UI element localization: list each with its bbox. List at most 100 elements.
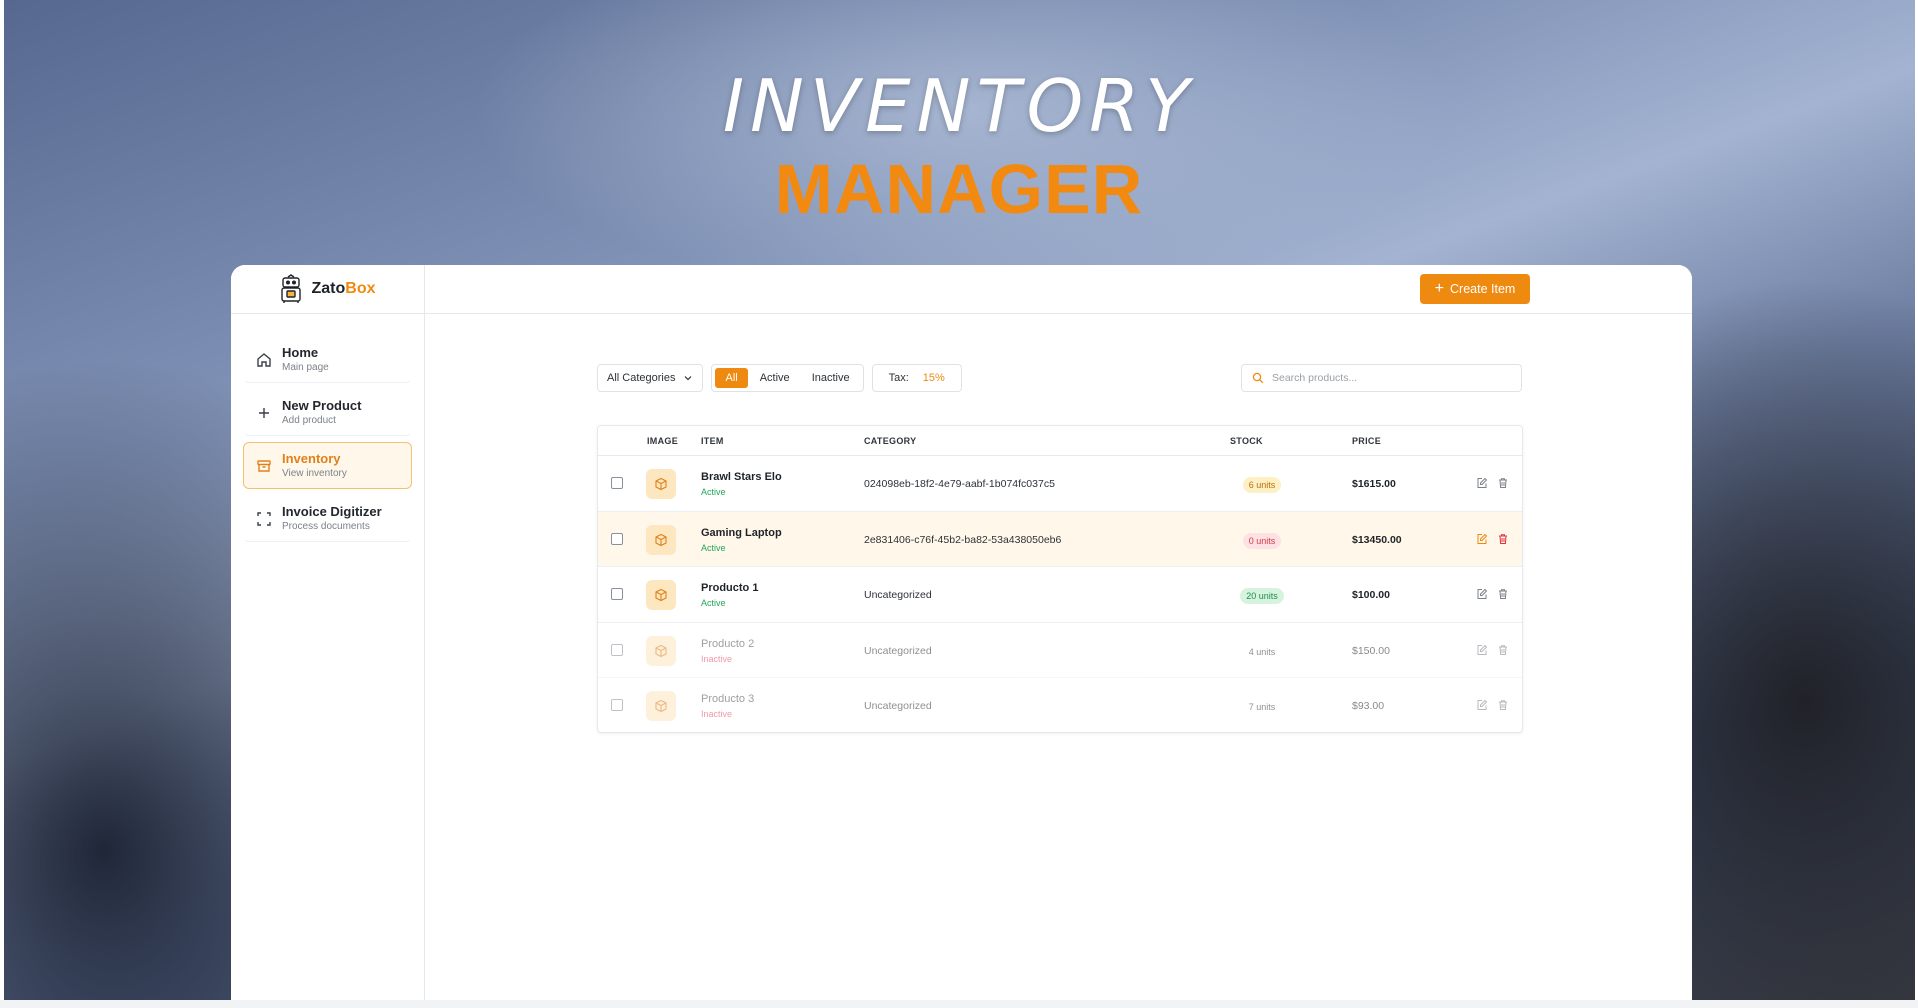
row-checkbox[interactable]: [611, 643, 623, 656]
column-header-item: ITEM: [701, 436, 724, 446]
archive-icon: [257, 459, 271, 472]
sidebar-nav: Home Main page New Product Add product I…: [231, 314, 424, 542]
brand-name-part2: Box: [345, 280, 376, 297]
item-status: Active: [701, 487, 726, 497]
stock-badge: 7 units: [1248, 702, 1276, 712]
create-item-button[interactable]: + Create Item: [1420, 274, 1530, 304]
sidebar-item-subtitle: Add product: [282, 415, 336, 426]
brand[interactable]: ZatoBox: [231, 265, 424, 314]
tax-control[interactable]: Tax: 15%: [871, 364, 962, 392]
brand-name: ZatoBox: [311, 280, 375, 298]
item-name: Producto 2: [701, 637, 755, 650]
item-category: 2e831406-c76f-45b2-ba82-53a438050eb6: [864, 533, 1062, 546]
row-checkbox[interactable]: [611, 588, 623, 600]
status-filter-all[interactable]: All: [715, 368, 748, 388]
hero-line-manager: MANAGER: [774, 150, 1144, 228]
product-thumbnail: [646, 469, 676, 499]
table-row[interactable]: Gaming Laptop Active 2e831406-c76f-45b2-…: [598, 511, 1522, 567]
trash-icon[interactable]: [1497, 644, 1509, 656]
item-price: $13450.00: [1352, 533, 1402, 546]
item-name: Producto 3: [701, 693, 755, 705]
item-price: $1615.00: [1352, 478, 1396, 490]
sidebar-item-title: New Product: [282, 398, 362, 413]
table-row[interactable]: Producto 3 Inactive Uncategorized 7 unit…: [598, 678, 1522, 732]
product-thumbnail: [646, 635, 676, 666]
product-thumbnail: [646, 524, 676, 555]
column-header-stock[interactable]: STOCK: [1230, 436, 1263, 446]
products-table: IMAGE ITEM CATEGORY STOCK PRICE Brawl St…: [597, 425, 1523, 733]
table-header: IMAGE ITEM CATEGORY STOCK PRICE: [598, 426, 1522, 456]
item-price: $93.00: [1352, 700, 1385, 712]
trash-icon[interactable]: [1497, 477, 1509, 489]
create-item-label: Create Item: [1450, 282, 1516, 296]
edit-icon[interactable]: [1476, 588, 1488, 600]
sidebar-item-new-product[interactable]: New Product Add product: [243, 389, 412, 436]
status-filter-active[interactable]: Active: [750, 368, 800, 388]
robot-logo-icon: [281, 274, 302, 303]
filter-bar: All Categories All Active Inactive Tax: …: [597, 364, 962, 392]
tax-value: 15%: [922, 372, 945, 384]
column-header-category: CATEGORY: [864, 436, 917, 446]
home-icon: [257, 352, 271, 367]
row-checkbox[interactable]: [611, 532, 623, 545]
table-row[interactable]: Producto 2 Inactive Uncategorized 4 unit…: [598, 623, 1522, 678]
package-icon: [655, 477, 667, 491]
sidebar-item-title: Home: [282, 345, 319, 360]
item-price: $100.00: [1352, 589, 1390, 601]
column-header-image: IMAGE: [647, 436, 679, 446]
stock-badge: 4 units: [1248, 646, 1276, 657]
trash-icon[interactable]: [1497, 533, 1509, 545]
item-status: Inactive: [701, 709, 733, 719]
package-icon: [655, 699, 667, 713]
item-status: Active: [701, 542, 726, 553]
product-thumbnail: [646, 580, 676, 610]
status-filter: All Active Inactive: [711, 364, 864, 392]
search-box[interactable]: [1241, 364, 1522, 392]
status-filter-inactive[interactable]: Inactive: [802, 368, 860, 388]
hero-line-inventory: INVENTORY: [722, 64, 1196, 148]
edit-icon[interactable]: [1476, 533, 1488, 545]
plus-icon: +: [1434, 280, 1445, 297]
app-window: ZatoBox Home Main page New Product Add p…: [231, 265, 1692, 1000]
item-category: Uncategorized: [864, 700, 932, 712]
category-select-value: All Categories: [607, 372, 676, 384]
chevron-down-icon: [685, 376, 692, 381]
sidebar: ZatoBox Home Main page New Product Add p…: [231, 265, 425, 1000]
table-row[interactable]: Brawl Stars Elo Active 024098eb-18f2-4e7…: [598, 456, 1522, 512]
item-status: Inactive: [701, 653, 733, 664]
sidebar-item-inventory[interactable]: Inventory View inventory: [243, 442, 412, 489]
trash-icon[interactable]: [1497, 588, 1509, 600]
edit-icon[interactable]: [1476, 644, 1488, 656]
stock-badge: 6 units: [1242, 477, 1282, 493]
table-row[interactable]: Producto 1 Active Uncategorized 20 units…: [598, 567, 1522, 623]
search-icon: [1252, 372, 1264, 384]
category-select[interactable]: All Categories: [597, 364, 704, 392]
sidebar-item-title: Invoice Digitizer: [282, 504, 382, 519]
edit-icon[interactable]: [1476, 477, 1488, 489]
row-checkbox[interactable]: [611, 477, 623, 489]
hero-title: INVENTORY MANAGER: [0, 62, 1918, 230]
item-name: Producto 1: [701, 582, 759, 594]
row-checkbox[interactable]: [611, 699, 623, 711]
sidebar-item-home[interactable]: Home Main page: [243, 336, 412, 383]
sidebar-item-invoice-digitizer[interactable]: Invoice Digitizer Process documents: [243, 495, 412, 542]
item-status: Active: [701, 598, 726, 608]
trash-icon[interactable]: [1497, 699, 1509, 711]
package-icon: [655, 644, 667, 657]
tax-label: Tax:: [888, 372, 909, 384]
item-category: 024098eb-18f2-4e79-aabf-1b074fc037c5: [864, 478, 1055, 490]
edit-icon[interactable]: [1476, 699, 1488, 711]
column-header-price[interactable]: PRICE: [1352, 436, 1381, 446]
topbar: + Create Item: [425, 265, 1692, 314]
package-icon: [655, 588, 667, 602]
stock-badge: 0 units: [1242, 532, 1282, 549]
sidebar-item-subtitle: Process documents: [282, 521, 370, 532]
sidebar-item-title: Inventory: [282, 451, 341, 466]
item-name: Brawl Stars Elo: [701, 471, 782, 483]
package-icon: [655, 533, 667, 546]
item-category: Uncategorized: [864, 644, 932, 657]
plus-icon: [259, 407, 269, 418]
scan-icon: [257, 511, 271, 526]
search-input[interactable]: [1272, 372, 1502, 384]
item-name: Gaming Laptop: [701, 526, 782, 539]
